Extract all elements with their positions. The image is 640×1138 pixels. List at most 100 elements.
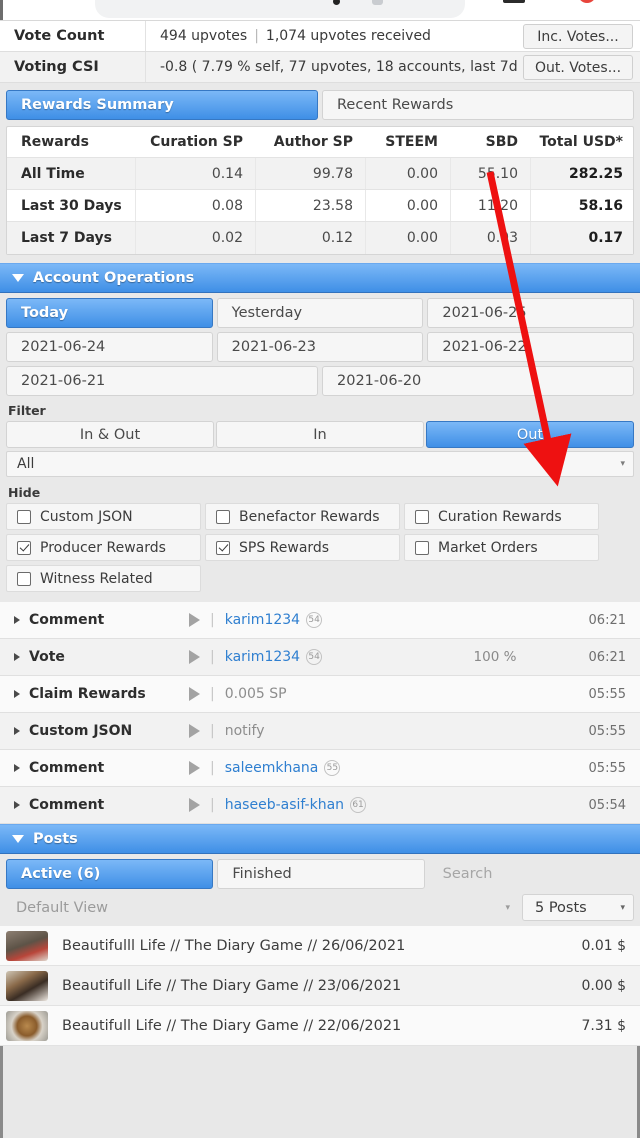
tab-recent-rewards[interactable]: Recent Rewards <box>322 90 634 120</box>
date-chip-2021-06-24[interactable]: 2021-06-24 <box>6 332 213 362</box>
hide-producer-rewards-checkbox[interactable]: Producer Rewards <box>6 534 201 561</box>
filter-in-and-out-button[interactable]: In & Out <box>6 421 214 448</box>
operation-user-link[interactable]: haseeb-asif-khan <box>225 797 344 813</box>
list-item[interactable]: Beautifulll Life // The Diary Game // 26… <box>0 926 640 966</box>
operation-user-link[interactable]: karim1234 <box>225 649 300 665</box>
list-item[interactable]: Beautifull Life // The Diary Game // 23/… <box>0 966 640 1006</box>
list-item[interactable]: Comment | haseeb-asif-khan 61 05:54 <box>0 787 640 824</box>
chrome-record-icon <box>578 0 596 3</box>
column-header-author-sp: Author SP <box>273 134 353 150</box>
list-item[interactable]: Beautifull Life // The Diary Game // 22/… <box>0 1006 640 1046</box>
filter-in-button[interactable]: In <box>216 421 424 448</box>
operation-detail: notify <box>224 723 265 739</box>
account-stats-table: Vote Count 494 upvotes | 1,074 upvotes r… <box>0 20 640 83</box>
post-payout: 7.31 $ <box>581 1017 626 1034</box>
checkbox-icon <box>216 509 230 524</box>
row-period: All Time <box>21 165 85 182</box>
cell-curation-sp: 0.08 <box>135 190 255 221</box>
play-icon[interactable] <box>189 724 200 738</box>
checkbox-label: Curation Rewards <box>438 508 562 525</box>
window-left-edge <box>0 0 3 20</box>
play-icon[interactable] <box>189 761 200 775</box>
checkbox-row: Producer Rewards SPS Rewards Market Orde… <box>6 534 634 561</box>
operation-user-link[interactable]: karim1234 <box>225 612 300 628</box>
checkbox-label: Custom JSON <box>40 508 133 525</box>
tab-rewards-summary[interactable]: Rewards Summary <box>6 90 318 120</box>
checkbox-label: Witness Related <box>40 570 153 587</box>
chevron-down-icon <box>12 274 24 282</box>
separator: | <box>210 797 215 813</box>
cell-author-sp: 23.58 <box>255 190 365 221</box>
chevron-right-icon[interactable] <box>14 653 20 661</box>
checkbox-row: Custom JSON Benefactor Rewards Curation … <box>6 503 634 530</box>
date-chip-yesterday[interactable]: Yesterday <box>216 298 424 328</box>
filter-out-button[interactable]: Out <box>426 421 634 448</box>
posts-count-select[interactable]: 5 Posts ▾ <box>522 894 634 921</box>
list-item[interactable]: Comment | karim1234 54 06:21 <box>0 602 640 639</box>
cell-total-usd: 282.25 <box>530 158 635 189</box>
table-header-row: Rewards Curation SP Author SP STEEM SBD … <box>7 127 633 158</box>
checkbox-row: Witness Related <box>6 565 634 592</box>
date-chip-2021-06-25[interactable]: 2021-06-25 <box>427 298 635 328</box>
chevron-right-icon[interactable] <box>14 690 20 698</box>
column-header-steem: STEEM <box>385 134 438 150</box>
section-title: Posts <box>33 831 78 847</box>
hide-benefactor-rewards-checkbox[interactable]: Benefactor Rewards <box>205 503 400 530</box>
reputation-badge: 61 <box>350 797 367 813</box>
hide-curation-rewards-checkbox[interactable]: Curation Rewards <box>404 503 599 530</box>
tab-finished-posts[interactable]: Finished <box>217 859 425 889</box>
checkbox-icon <box>17 509 31 524</box>
chevron-right-icon[interactable] <box>14 727 20 735</box>
date-chip-2021-06-22[interactable]: 2021-06-22 <box>427 332 635 362</box>
cell-sbd: 11.20 <box>450 190 530 221</box>
play-icon[interactable] <box>189 687 200 701</box>
section-header-account-operations[interactable]: Account Operations <box>0 263 640 293</box>
hide-market-orders-checkbox[interactable]: Market Orders <box>404 534 599 561</box>
list-item[interactable]: Claim Rewards | 0.005 SP 05:55 <box>0 676 640 713</box>
posts-view-select[interactable]: Default View ▾ <box>6 894 518 921</box>
chrome-toolbar-panel <box>95 0 465 18</box>
value-separator: | <box>254 28 259 44</box>
chevron-down-icon: ▾ <box>505 902 510 913</box>
posts-tabbar: Active (6) Finished Search <box>0 854 640 889</box>
list-item[interactable]: Comment | saleemkhana 55 05:55 <box>0 750 640 787</box>
post-thumbnail <box>6 1010 48 1041</box>
chevron-down-icon: ▾ <box>620 459 625 469</box>
post-title: Beautifull Life // The Diary Game // 23/… <box>62 977 402 994</box>
operation-user-link[interactable]: saleemkhana <box>225 760 319 776</box>
list-item[interactable]: Vote | karim1234 54 100 % 06:21 <box>0 639 640 676</box>
outgoing-votes-button[interactable]: Out. Votes... <box>523 55 633 80</box>
posts-search-input[interactable]: Search <box>428 859 634 889</box>
cell-curation-sp: 0.14 <box>135 158 255 189</box>
app-screenshot: Vote Count 494 upvotes | 1,074 upvotes r… <box>0 0 640 1138</box>
play-icon[interactable] <box>189 650 200 664</box>
post-title: Beautifulll Life // The Diary Game // 26… <box>62 937 406 954</box>
browser-chrome-strip <box>0 0 640 20</box>
date-chip-today[interactable]: Today <box>6 298 213 328</box>
section-header-posts[interactable]: Posts <box>0 824 640 854</box>
date-chip-2021-06-21[interactable]: 2021-06-21 <box>6 366 318 396</box>
operation-time: 05:55 <box>588 686 626 702</box>
checkbox-label: Benefactor Rewards <box>239 508 380 525</box>
operation-type: Custom JSON <box>29 723 133 739</box>
cell-author-sp: 0.12 <box>255 222 365 254</box>
chevron-right-icon[interactable] <box>14 764 20 772</box>
date-chip-group: Today Yesterday 2021-06-25 2021-06-24 20… <box>0 293 640 396</box>
hide-sps-rewards-checkbox[interactable]: SPS Rewards <box>205 534 400 561</box>
play-icon[interactable] <box>189 613 200 627</box>
incoming-votes-button[interactable]: Inc. Votes... <box>523 24 633 49</box>
hide-custom-json-checkbox[interactable]: Custom JSON <box>6 503 201 530</box>
play-icon[interactable] <box>189 798 200 812</box>
list-item[interactable]: Custom JSON | notify 05:55 <box>0 713 640 750</box>
row-period: Last 30 Days <box>21 197 122 214</box>
tab-active-posts[interactable]: Active (6) <box>6 859 214 889</box>
date-chip-2021-06-23[interactable]: 2021-06-23 <box>216 332 424 362</box>
vote-count-given: 494 upvotes <box>160 28 248 44</box>
date-chip-2021-06-20[interactable]: 2021-06-20 <box>322 366 634 396</box>
hide-witness-related-checkbox[interactable]: Witness Related <box>6 565 201 592</box>
date-chip-row: 2021-06-24 2021-06-23 2021-06-22 <box>6 332 635 362</box>
chevron-right-icon[interactable] <box>14 616 20 624</box>
operation-type-select[interactable]: All ▾ <box>6 451 634 477</box>
chevron-right-icon[interactable] <box>14 801 20 809</box>
cell-curation-sp: 0.02 <box>135 222 255 254</box>
